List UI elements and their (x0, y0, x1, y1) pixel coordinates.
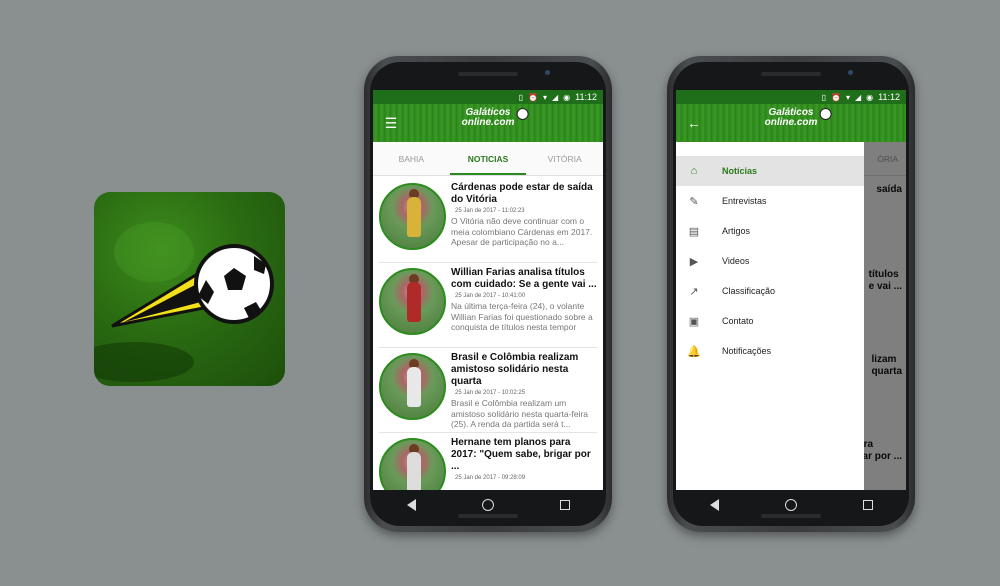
drawer-screen: ▯ ⏰ ▾ ◢ ◉ 11:12 ← Galáticos online.com Ó… (676, 90, 906, 490)
status-bar: ▯ ⏰ ▾ ◢ ◉ 11:12 (373, 90, 603, 104)
bell-icon: 🔔 (687, 345, 701, 358)
home-button-icon[interactable] (784, 498, 798, 512)
signal-icon: ◢ (855, 92, 862, 102)
app-toolbar: ← Galáticos online.com (676, 104, 906, 142)
alarm-icon: ⏰ (831, 92, 841, 102)
drawer-item-videos[interactable]: ▶ Videos (676, 246, 864, 276)
ball-icon (819, 108, 832, 120)
recents-icon[interactable] (861, 498, 875, 512)
camera (545, 70, 550, 75)
ball-icon (516, 108, 529, 120)
app-icon (94, 192, 285, 386)
news-title: Cárdenas pode estar de saída do Vitória (451, 182, 593, 205)
trending-icon: ↗ (689, 285, 699, 298)
status-time: 11:12 (575, 92, 597, 102)
battery-icon: ◉ (866, 92, 874, 102)
home-button-icon[interactable] (481, 498, 495, 512)
tab-noticias[interactable]: NOTICIAS (449, 142, 527, 175)
contact-card-icon: ▣ (688, 315, 700, 328)
app-toolbar: ☰ Galáticos online.com (373, 104, 603, 142)
drawer-item-entrevistas[interactable]: ✎ Entrevistas (676, 186, 864, 216)
news-excerpt: O Vitória não deve continuar com o meia … (451, 216, 593, 247)
brand-logo: Galáticos online.com (765, 108, 832, 128)
phone-news: ▯ ⏰ ▾ ◢ ◉ 11:12 ☰ Galáticos online.com B… (364, 56, 612, 532)
vibrate-icon: ▯ (821, 92, 827, 102)
news-item[interactable]: Brasil e Colômbia realizam amistoso soli… (379, 348, 597, 433)
recents-icon[interactable] (558, 498, 572, 512)
back-icon[interactable] (404, 498, 418, 512)
back-icon[interactable] (707, 498, 721, 512)
signal-icon: ◢ (552, 92, 559, 102)
battery-icon: ◉ (563, 92, 571, 102)
speaker (458, 514, 518, 518)
home-icon: ⌂ (690, 165, 698, 177)
news-date: 25 Jan de 2017 - 10:02:25 (455, 390, 526, 396)
nav-drawer: ⌂ Notícias ✎ Entrevistas ▤ Artigos ▶ Vid… (676, 142, 864, 490)
brand-logo: Galáticos online.com (462, 108, 529, 128)
document-icon: ▤ (688, 225, 700, 238)
camera (848, 70, 853, 75)
drawer-item-artigos[interactable]: ▤ Artigos (676, 216, 864, 246)
vibrate-icon: ▯ (518, 92, 524, 102)
wifi-icon: ▾ (845, 92, 850, 102)
news-excerpt: Na última terça-feira (24), o volante Wi… (451, 301, 593, 332)
drawer-item-notificacoes[interactable]: 🔔 Notificações (676, 336, 864, 366)
tab-bar: BAHIA NOTICIAS VITÓRIA (373, 142, 603, 176)
alarm-icon: ⏰ (528, 92, 538, 102)
news-list: Cárdenas pode estar de saída do Vitória … (373, 176, 603, 490)
menu-icon[interactable]: ☰ (383, 115, 399, 131)
news-item[interactable]: Hernane tem planos para 2017: "Quem sabe… (379, 433, 597, 490)
drawer-item-contato[interactable]: ▣ Contato (676, 306, 864, 336)
news-excerpt: Brasil e Colômbia realizam um amistoso s… (451, 398, 589, 429)
news-date: 25 Jan de 2017 - 09:28:09 (455, 475, 526, 481)
news-screen: ▯ ⏰ ▾ ◢ ◉ 11:12 ☰ Galáticos online.com B… (373, 90, 603, 490)
status-bar: ▯ ⏰ ▾ ◢ ◉ 11:12 (676, 90, 906, 104)
news-thumbnail (379, 438, 446, 490)
news-item[interactable]: Cárdenas pode estar de saída do Vitória … (379, 178, 597, 263)
phone-drawer: ▯ ⏰ ▾ ◢ ◉ 11:12 ← Galáticos online.com Ó… (667, 56, 915, 532)
flaming-ball-logo (94, 222, 274, 382)
news-title: Hernane tem planos para 2017: "Quem sabe… (451, 437, 591, 472)
news-thumbnail (379, 183, 446, 250)
news-title: Willian Farias analisa títulos com cuida… (451, 267, 597, 290)
news-thumbnail (379, 268, 446, 335)
arrow-back-icon[interactable]: ← (686, 115, 702, 131)
wifi-icon: ▾ (542, 92, 547, 102)
pencil-icon: ✎ (689, 195, 699, 208)
speaker (761, 514, 821, 518)
news-date: 25 Jan de 2017 - 11:02:23 (455, 208, 525, 214)
tab-bahia[interactable]: BAHIA (373, 142, 450, 175)
drawer-item-noticias[interactable]: ⌂ Notícias (676, 156, 864, 186)
news-title: Brasil e Colômbia realizam amistoso soli… (451, 352, 579, 387)
tab-vitoria[interactable]: VITÓRIA (526, 142, 603, 175)
news-thumbnail (379, 353, 446, 420)
speaker (458, 72, 518, 76)
speaker (761, 72, 821, 76)
status-time: 11:12 (878, 92, 900, 102)
video-library-icon: ▶ (689, 255, 699, 268)
drawer-item-classificacao[interactable]: ↗ Classificação (676, 276, 864, 306)
news-item[interactable]: Willian Farias analisa títulos com cuida… (379, 263, 597, 348)
news-date: 25 Jan de 2017 - 10:41:00 (455, 293, 526, 299)
